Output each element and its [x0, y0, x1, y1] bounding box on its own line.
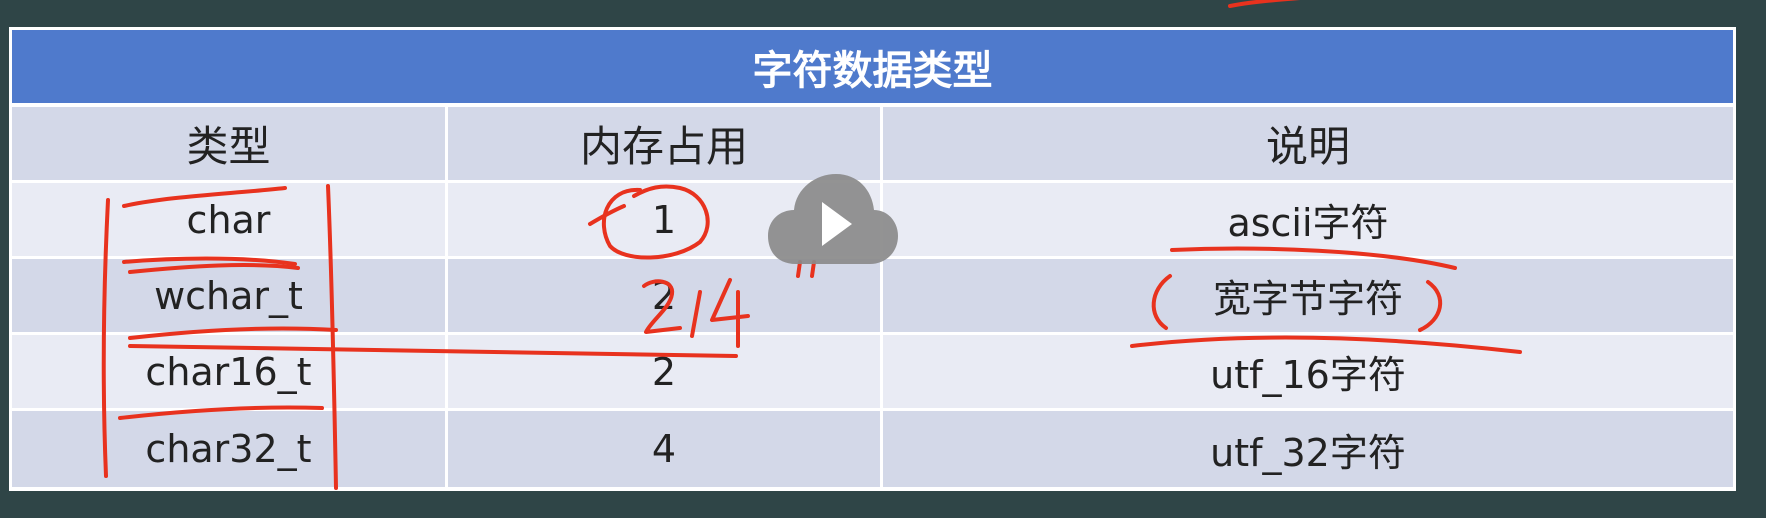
- play-icon: [768, 174, 898, 264]
- table-row: char32_t 4 utf_32字符: [12, 411, 1733, 487]
- type-cell: char16_t: [12, 335, 445, 408]
- description-cell: 宽字节字符: [883, 259, 1733, 332]
- play-button[interactable]: [768, 172, 898, 272]
- ink-stroke: [1228, 0, 1301, 8]
- description-cell: ascii字符: [883, 183, 1733, 256]
- type-cell: char32_t: [12, 411, 445, 487]
- table-header-row: 类型 内存占用 说明: [12, 107, 1733, 180]
- table-title: 字符数据类型: [12, 30, 1733, 103]
- size-cell: 2: [448, 335, 880, 408]
- description-cell: utf_32字符: [883, 411, 1733, 487]
- table-row: char16_t 2 utf_16字符: [12, 335, 1733, 408]
- description-cell: utf_16字符: [883, 335, 1733, 408]
- header-memory: 内存占用: [448, 107, 880, 180]
- type-cell: wchar_t: [12, 259, 445, 332]
- header-description: 说明: [883, 107, 1733, 180]
- type-cell: char: [12, 183, 445, 256]
- size-cell: 4: [448, 411, 880, 487]
- header-type: 类型: [12, 107, 445, 180]
